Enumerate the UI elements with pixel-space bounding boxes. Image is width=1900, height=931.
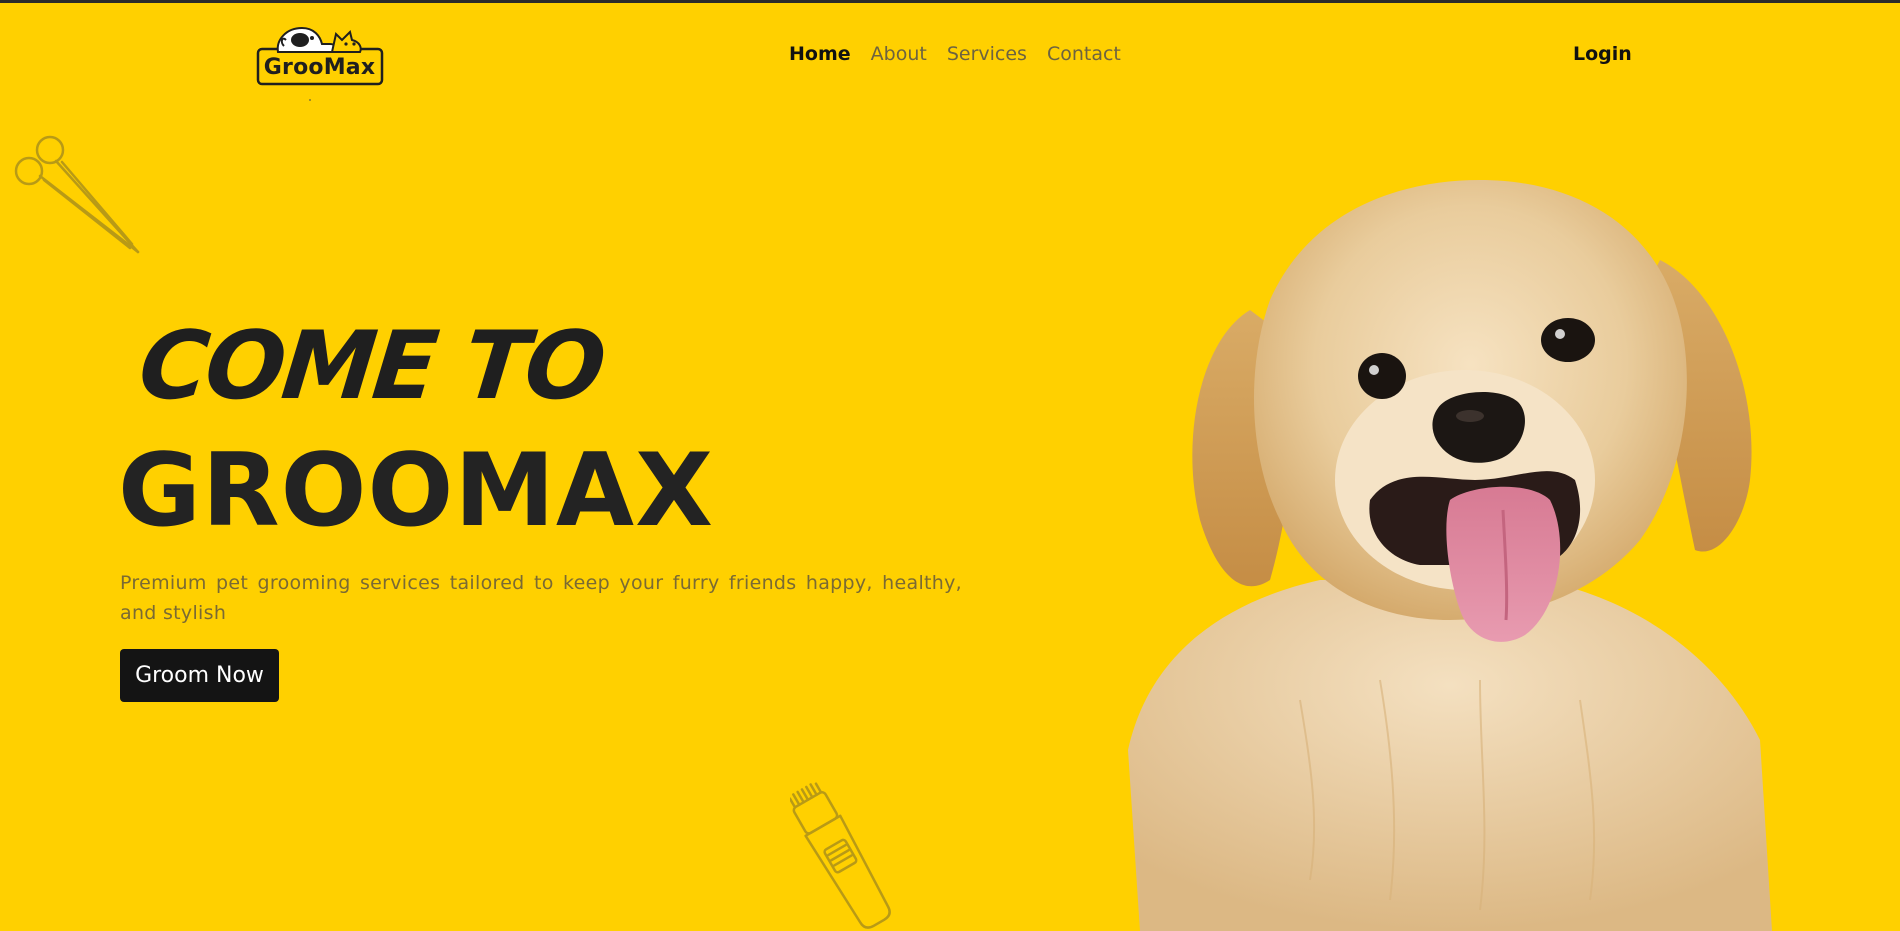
brand-name: GrooMax <box>263 55 376 80</box>
main-nav: Home About Services Contact <box>789 40 1121 68</box>
decorative-dot <box>309 99 311 101</box>
top-border <box>0 0 1900 3</box>
scissors-icon <box>14 135 140 254</box>
nav-home[interactable]: Home <box>789 40 851 68</box>
nav-about[interactable]: About <box>871 40 927 68</box>
landing-page: GrooMax Home About Services Contact Logi… <box>0 0 1900 931</box>
puppy-image <box>1128 180 1772 931</box>
login-link[interactable]: Login <box>1573 40 1632 68</box>
hero-script-heading: COME TO <box>134 312 608 421</box>
groom-now-button[interactable]: Groom Now <box>120 649 279 702</box>
hero-title: GROOMAX <box>118 431 714 549</box>
brand-logo[interactable]: GrooMax <box>256 22 384 86</box>
nav-contact[interactable]: Contact <box>1047 40 1121 68</box>
hero-description: Premium pet grooming services tailored t… <box>120 572 962 624</box>
nav-services[interactable]: Services <box>947 40 1027 68</box>
clipper-icon <box>790 782 891 929</box>
